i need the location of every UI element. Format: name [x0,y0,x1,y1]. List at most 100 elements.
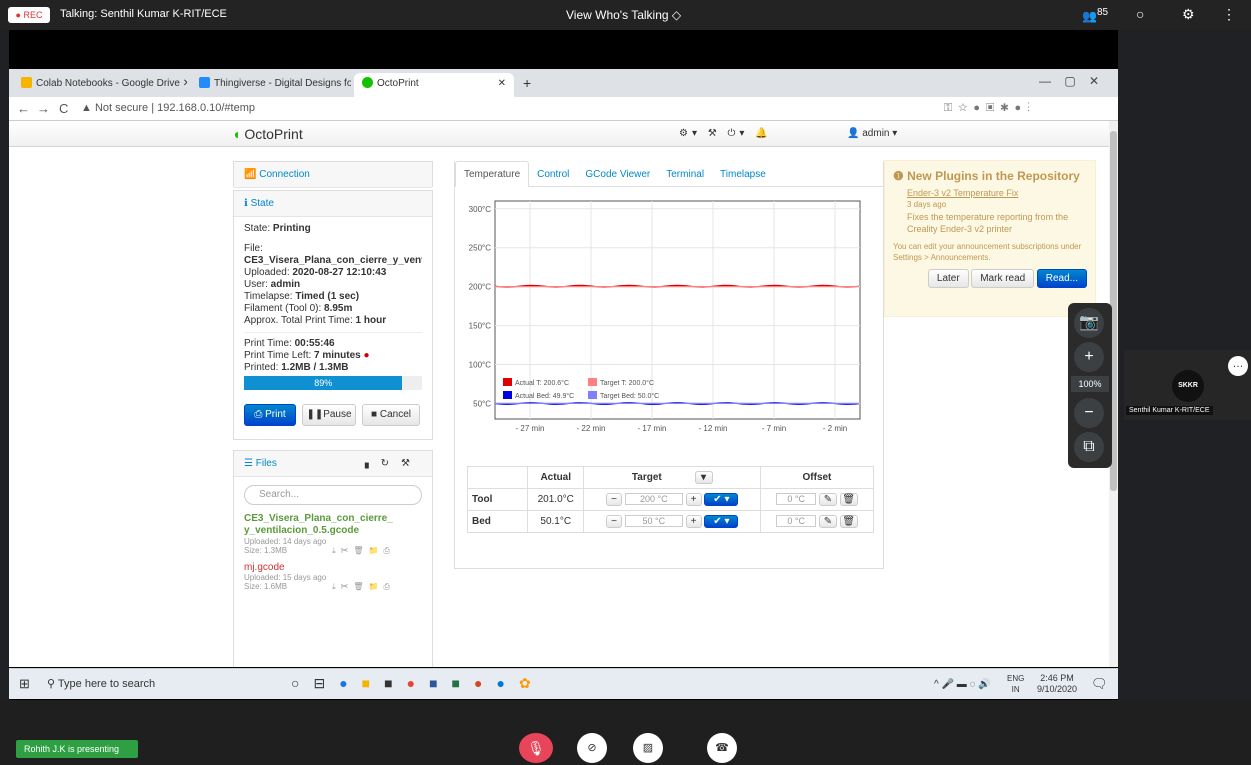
tab-temperature[interactable]: Temperature [455,161,530,187]
target-input[interactable]: 50 °C [624,515,683,527]
later-button[interactable]: Later [927,269,969,288]
unit: °C [794,516,805,526]
video-off-icon[interactable]: ⊘ [577,733,607,763]
row-target: − 200 °C + ✔ ▾ [583,488,761,511]
state-header[interactable]: ℹ State [234,191,432,217]
url-text: 192.168.0.10/#temp [157,102,255,114]
value: 1.2MB / 1.3MB [281,362,349,373]
label: Timelapse: [244,291,296,302]
read-button[interactable]: Read... [1036,269,1087,288]
approx-line: Approx. Total Print Time: 1 hour [244,315,422,327]
more-icon[interactable]: ⋮ [1222,6,1236,23]
tab-octoprint[interactable]: OctoPrint ✕ [354,73,514,97]
browser-tab-strip: Colab Notebooks - Google Drive ✕ Thingiv… [9,69,1118,97]
octoprint-navbar: ◖ OctoPrint ⚙▾ ⚒ ⏻▾ 🔔 👤 admin ▾ [9,121,1109,147]
nav-icons[interactable]: ⚙▾ ⚒ ⏻▾ 🔔 [679,128,772,139]
offset-input[interactable]: 0 °C [776,493,817,505]
user-menu[interactable]: 👤 admin ▾ [847,128,897,139]
search-placeholder: Search... [259,489,300,500]
plugin-notification: ❶ New Plugins in the Repository Ender-3 … [884,160,1096,317]
popout-icon[interactable]: ⧉ [1074,432,1104,462]
taskbar-search[interactable]: ⚲ Type here to search [47,677,155,690]
extension-icons[interactable]: ⚿☆●▣✱●⋮ [944,102,1036,115]
plugin-link[interactable]: Ender-3 v2 Temperature Fix [907,187,1073,199]
connection-header[interactable]: 📶 Connection [234,162,432,188]
leave-call-icon[interactable]: ☎ [707,733,737,763]
new-tab-button[interactable]: + [523,75,531,91]
octoprint-logo-icon: ◖ [232,126,241,142]
plugin-description: Fixes the temperature reporting from the… [907,212,1069,234]
share-screen-icon[interactable]: ▨ [633,733,663,763]
list-item[interactable]: mj.gcode Uploaded: 15 days ago Size: 1.6… [244,562,422,592]
delete-offset-button[interactable]: 🗑 [839,515,858,528]
octoprint-page: 📶 Connection ℹ State State: Printing Fil… [9,147,1109,667]
increment-button[interactable]: + [685,493,702,506]
list-item[interactable]: CE3_Visera_Plana_con_cierre_ y_ventilaci… [244,513,422,556]
file-action-icons[interactable]: ⤓✂🗑📁⎙ [332,582,395,591]
tab-control[interactable]: Control [529,162,577,188]
temperature-chart: 300°C 250°C 200°C 150°C 100°C 50°C - 27 min - … [469,200,861,433]
reload-icon[interactable]: C [59,101,68,116]
cancel-button[interactable]: ■ Cancel [362,404,420,426]
increment-button[interactable]: + [685,515,702,528]
file-name[interactable]: CE3_Visera_Plana_con_cierre_ y_ventilaci… [244,513,394,537]
clock[interactable]: 2:46 PM 9/10/2020 [1037,673,1077,695]
set-target-button[interactable]: ✔ ▾ [704,515,739,528]
settings-icon[interactable]: ⚙ [1182,6,1195,23]
tray-icons[interactable]: ^ 🎤 ▬ ◌ 🔊 [934,679,991,690]
decrement-button[interactable]: − [606,515,623,528]
zoom-in-icon[interactable]: + [1074,342,1104,372]
participant-tile[interactable]: SKKR … Senthil Kumar K-RIT/ECE [1124,350,1251,420]
file-action-icons[interactable]: ⤓✂🗑📁⎙ [332,546,395,555]
participants-button[interactable]: 👥85 [1082,7,1108,23]
file-name: CE3_Visera_Plana_con_cierre_y_ventilacio [244,255,422,266]
delete-offset-button[interactable]: 🗑 [839,493,858,506]
file-actions-icons[interactable]: ▗↻⚒ [361,451,422,477]
decrement-button[interactable]: − [606,493,623,506]
taskbar-app-icons[interactable]: ○⊟●■■●■■●●✿ [291,675,545,692]
label: User: [244,279,271,290]
more-options-icon[interactable]: … [1228,356,1248,376]
url-field[interactable]: ▲ Not secure | 192.168.0.10/#temp [81,102,255,114]
pause-button[interactable]: ❚❚Pause [302,404,356,426]
tab-thingiverse[interactable]: Thingiverse - Digital Designs for [191,73,351,97]
print-label: Print [265,409,286,420]
files-header[interactable]: ☰ Files ▗↻⚒ [234,451,432,477]
zoom-out-icon[interactable]: − [1074,398,1104,428]
window-controls[interactable]: — ▢ ✕ [1039,74,1099,88]
progress-bar: 89% [244,376,422,390]
edit-offset-button[interactable]: ✎ [818,515,837,528]
target-input[interactable]: 200 °C [624,493,683,505]
target-dropdown[interactable]: ▾ [694,471,713,484]
view-toggle-button[interactable]: View Who's Talking ◇ [566,8,681,22]
file-search-input[interactable]: Search... [244,485,422,505]
file-list: CE3_Visera_Plana_con_cierre_ y_ventilaci… [234,513,432,592]
print-button[interactable]: ⎙ Print [244,404,296,426]
legend-label: Target T: 200.0°C [600,379,654,387]
mute-icon[interactable]: 🎙 [519,733,553,763]
windows-start-icon[interactable]: ⊞ [19,676,30,692]
language-indicator[interactable]: ENG IN [1007,673,1024,695]
main-panel: Temperature Control GCode Viewer Terminal Ti… [454,161,884,569]
state-panel: ℹ State State: Printing File: CE3_Visera… [233,190,433,440]
notification-icon[interactable]: 🗨 [1091,676,1108,692]
camera-icon[interactable]: 📷 [1074,308,1104,338]
tab-timelapse[interactable]: Timelapse [712,162,774,188]
back-icon[interactable]: ← [17,101,30,116]
chat-icon[interactable]: ○ [1136,6,1144,22]
presenting-badge: Rohith J.K is presenting [16,740,138,758]
octoprint-logo[interactable]: ◖ OctoPrint [232,126,303,142]
forward-icon[interactable]: → [37,101,50,116]
set-target-button[interactable]: ✔ ▾ [704,493,739,506]
tab-colab[interactable]: Colab Notebooks - Google Drive ✕ [13,73,187,97]
tab-gcode-viewer[interactable]: GCode Viewer [577,162,658,188]
cancel-label: Cancel [379,409,411,420]
edit-offset-button[interactable]: ✎ [818,493,837,506]
tab-terminal[interactable]: Terminal [658,162,712,188]
address-bar: ← → C ▲ Not secure | 192.168.0.10/#temp … [9,97,1118,121]
mark-read-button[interactable]: Mark read [971,269,1035,288]
unit: °C [657,494,668,504]
plugin-age: 3 days ago [907,200,947,209]
file-name[interactable]: mj.gcode [244,562,422,573]
offset-input[interactable]: 0 °C [776,515,817,527]
